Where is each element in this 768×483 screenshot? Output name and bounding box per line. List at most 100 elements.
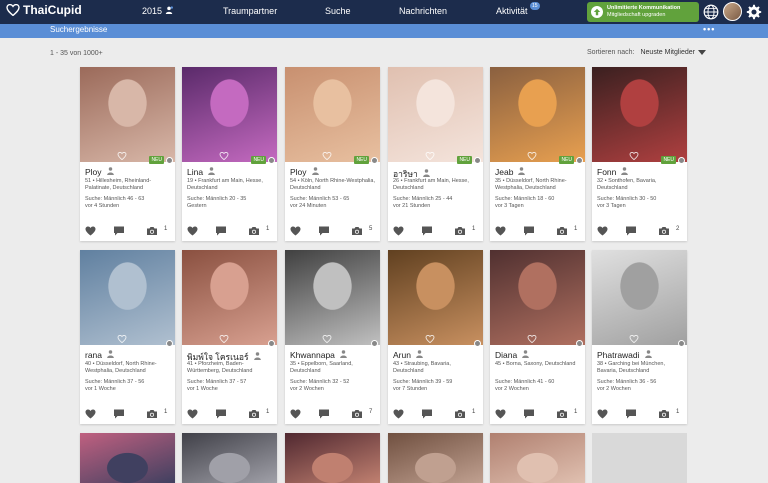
profile-name[interactable]: rana: [85, 350, 102, 360]
profile-card[interactable]: Arun 43 • Straubing, Bavaria, Deutschlan…: [388, 250, 483, 424]
profile-card[interactable]: Khwannapa 35 • Eppelborn, Saarland, Deut…: [285, 250, 380, 424]
profile-card[interactable]: Diana 45 • Borna, Saxony, Deutschland Su…: [490, 250, 585, 424]
profile-photo[interactable]: [182, 433, 277, 483]
card-actions: 1: [393, 223, 478, 236]
profile-card[interactable]: NEU อาริษา 26 • Frankfurt am Main, Hesse…: [388, 67, 483, 241]
profile-card[interactable]: Phatrawadi 38 • Garching bei München, Ba…: [592, 250, 687, 424]
sort-value[interactable]: Neuste Mitglieder: [640, 49, 694, 56]
nav-visitors[interactable]: 2015: [142, 6, 162, 16]
chat-icon[interactable]: [523, 223, 535, 241]
chat-icon[interactable]: [625, 406, 637, 424]
profile-photo[interactable]: [80, 433, 175, 483]
profile-location: 40 • Düsseldorf, North Rhine-Westphalia,…: [85, 361, 157, 374]
camera-icon[interactable]: [454, 406, 466, 424]
profile-name[interactable]: Fonn: [597, 167, 616, 177]
sort-control[interactable]: Sortieren nach: Neuste Mitglieder: [587, 49, 706, 56]
profile-card[interactable]: rana 40 • Düsseldorf, North Rhine-Westph…: [80, 250, 175, 424]
nav-aktivitaet[interactable]: Aktivität: [496, 6, 528, 16]
more-options-icon[interactable]: •••: [703, 24, 715, 34]
profile-card[interactable]: NEU Ploy 51 • Hillesheim, Rheinland-Pala…: [80, 67, 175, 241]
heart-icon[interactable]: [85, 223, 96, 241]
chat-icon[interactable]: [113, 406, 125, 424]
camera-icon[interactable]: [658, 406, 670, 424]
chat-icon[interactable]: [113, 223, 125, 241]
profile-photo[interactable]: [388, 433, 483, 483]
globe-icon[interactable]: [703, 4, 719, 20]
profile-photo[interactable]: [80, 250, 175, 345]
profile-card[interactable]: พิมพ์ใจ โครเนอร์ 41 • Pforzheim, Baden-W…: [182, 250, 277, 424]
logo[interactable]: ThaiCupid: [6, 3, 82, 17]
profile-photo[interactable]: [285, 250, 380, 345]
profile-card[interactable]: NEU Jeab 35 • Düsseldorf, North Rhine-We…: [490, 67, 585, 241]
heart-icon[interactable]: [393, 223, 404, 241]
chat-icon[interactable]: [625, 223, 637, 241]
new-badge: NEU: [457, 156, 472, 164]
profile-name[interactable]: Arun: [393, 350, 411, 360]
camera-icon[interactable]: [658, 223, 670, 241]
heart-icon[interactable]: [187, 406, 198, 424]
gear-icon[interactable]: [746, 4, 762, 20]
profile-name[interactable]: Jeab: [495, 167, 513, 177]
camera-icon[interactable]: [248, 223, 260, 241]
profile-photo[interactable]: [592, 67, 687, 162]
camera-icon[interactable]: [248, 406, 260, 424]
heart-icon[interactable]: [597, 223, 608, 241]
profile-name[interactable]: Khwannapa: [290, 350, 335, 360]
profile-photo[interactable]: [490, 67, 585, 162]
profile-card[interactable]: NEU Fonn 32 • Sonthofen, Bavaria, Deutsc…: [592, 67, 687, 241]
profile-photo[interactable]: [388, 67, 483, 162]
profile-card[interactable]: [80, 433, 175, 483]
chat-icon[interactable]: [421, 406, 433, 424]
upgrade-button[interactable]: Unlimitierte Kommunikation Mitgliedschaf…: [587, 2, 699, 22]
profile-photo[interactable]: [285, 433, 380, 483]
chat-icon[interactable]: [215, 406, 227, 424]
profile-photo[interactable]: [182, 250, 277, 345]
camera-icon[interactable]: [146, 406, 158, 424]
profile-photo[interactable]: [285, 67, 380, 162]
profile-photo[interactable]: [592, 250, 687, 345]
chat-icon[interactable]: [421, 223, 433, 241]
profile-card[interactable]: [182, 433, 277, 483]
heart-icon[interactable]: [495, 406, 506, 424]
nav-nachrichten[interactable]: Nachrichten: [399, 6, 447, 16]
profile-photo[interactable]: [490, 433, 585, 483]
user-avatar[interactable]: [723, 2, 742, 21]
heart-icon[interactable]: [290, 406, 301, 424]
profile-card[interactable]: NEU Ploy 54 • Köln, North Rhine-Westphal…: [285, 67, 380, 241]
heart-icon[interactable]: [187, 223, 198, 241]
chat-icon[interactable]: [318, 223, 330, 241]
profile-name[interactable]: Diana: [495, 350, 517, 360]
nav-traumpartner[interactable]: Traumpartner: [223, 6, 277, 16]
nav-suche[interactable]: Suche: [325, 6, 351, 16]
profile-card[interactable]: [285, 433, 380, 483]
profile-photo[interactable]: [388, 250, 483, 345]
profile-location: 43 • Straubing, Bavaria, Deutschland: [393, 361, 451, 374]
heart-icon[interactable]: [495, 223, 506, 241]
profile-card[interactable]: [388, 433, 483, 483]
profile-search-criteria: Suche: Männlich 18 - 60: [495, 196, 555, 202]
camera-icon[interactable]: [351, 406, 363, 424]
profile-name[interactable]: Lina: [187, 167, 203, 177]
heart-icon[interactable]: [290, 223, 301, 241]
profile-name[interactable]: Phatrawadi: [597, 350, 640, 360]
profile-photo[interactable]: [80, 67, 175, 162]
profile-name[interactable]: Ploy: [290, 167, 307, 177]
camera-icon[interactable]: [556, 406, 568, 424]
heart-icon[interactable]: [85, 406, 96, 424]
camera-icon[interactable]: [454, 223, 466, 241]
photo-count: 1: [676, 409, 680, 415]
profile-card[interactable]: [490, 433, 585, 483]
chat-icon[interactable]: [318, 406, 330, 424]
camera-icon[interactable]: [146, 223, 158, 241]
camera-icon[interactable]: [351, 223, 363, 241]
chat-icon[interactable]: [523, 406, 535, 424]
profile-card[interactable]: NEU Lina 19 • Frankfurt am Main, Hesse, …: [182, 67, 277, 241]
camera-icon[interactable]: [556, 223, 568, 241]
profile-name[interactable]: Ploy: [85, 167, 102, 177]
heart-icon[interactable]: [597, 406, 608, 424]
heart-icon[interactable]: [393, 406, 404, 424]
profile-photo[interactable]: [490, 250, 585, 345]
profile-photo[interactable]: [182, 67, 277, 162]
chat-icon[interactable]: [215, 223, 227, 241]
watermark-heart-icon: [425, 147, 435, 162]
